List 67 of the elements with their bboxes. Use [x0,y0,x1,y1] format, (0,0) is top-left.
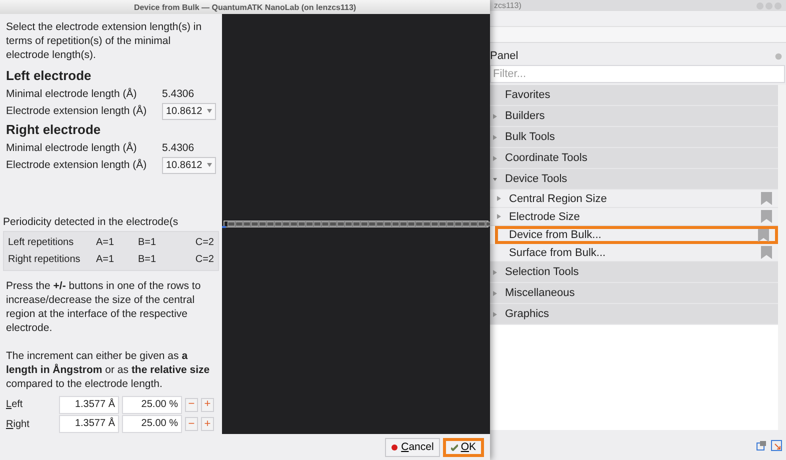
row-label: Right [6,418,30,430]
window-title: Device from Bulk — QuantumATK NanoLab (on lenzcs113) [134,2,356,12]
tree-item[interactable]: Electrode Size [490,208,778,226]
extension-dropdown[interactable]: 10.8612 [162,156,216,174]
panel-title: Panel [490,50,518,62]
tree-item[interactable]: Bulk Tools [490,127,778,148]
field-label: Electrode extension length (Å) [6,105,148,118]
tree-item[interactable]: Central Region Size [490,190,778,208]
tree-item[interactable]: Coordinate Tools [490,148,778,169]
field-label: Minimal electrode length (Å) [6,88,138,100]
collapsed-arrow-icon [493,290,497,296]
collapsed-arrow-icon [493,114,497,118]
ok-button[interactable]: OK [442,438,484,456]
window-controls-icon[interactable] [756,2,782,10]
tree-item[interactable]: Builders [490,106,778,127]
repetition-value: B=1 [138,254,158,265]
cancel-icon [391,444,398,450]
tree-item[interactable]: Selection Tools [490,262,778,283]
tree-item[interactable]: Surface from Bulk... [490,244,778,262]
field-label: Electrode extension length (Å) [6,159,148,172]
bookmark-icon[interactable] [761,210,772,223]
repetition-value: A=1 [96,254,116,265]
repetition-value: B=1 [138,236,158,248]
undock-icon[interactable] [756,440,767,450]
cancel-button[interactable]: Cancel [385,438,440,456]
window-title: zcs113) [494,1,522,10]
row-label: Left [6,399,24,410]
row-label: Left repetitions [8,236,75,248]
collapsed-arrow-icon [497,214,501,219]
bookmark-icon[interactable] [761,246,772,259]
field-value: 5.4306 [162,142,196,154]
section-label: Periodicity detected in the electrode(s [3,216,180,228]
tree-item[interactable]: Device Tools [490,169,778,190]
expanded-arrow-icon [493,176,497,182]
collapsed-arrow-icon [493,270,497,274]
help-text: Press the +/- buttons in one of the rows to increase/decrease the size of the central region at the interface of the respective electrode. [6,278,202,335]
filter-field[interactable]: Filter... [490,65,785,83]
bookmark-icon[interactable] [758,228,769,242]
tree-item[interactable]: Device from Bulk... [495,226,778,244]
field-value: 5.4306 [162,88,196,100]
percent-field[interactable]: 25.00 % [122,396,182,414]
row-label: Right repetitions [8,254,82,265]
instruction-text: Select the electrode extension length(s) in terms of repetition(s) of the minimal electrode length(s). [6,20,203,62]
collapsed-arrow-icon [493,156,497,160]
length-field[interactable]: 1.3577 Å [59,396,119,414]
extension-dropdown[interactable]: 10.8612 [162,102,216,120]
help-text: The increment can either be given as a length in Ångstrom or as the relative size compared to the electrode length. [6,348,211,391]
tree-item[interactable]: Miscellaneous [490,283,778,304]
check-icon [450,444,458,450]
bookmark-icon[interactable] [761,192,772,205]
caret-icon [207,163,212,168]
repetition-value: A=1 [96,236,116,248]
repetition-value: C=2 [194,254,214,265]
section-heading: Right electrode [6,122,102,137]
tree-item[interactable]: Favorites [490,85,778,106]
resize-icon[interactable] [771,440,782,450]
collapsed-arrow-icon [493,312,497,316]
close-icon[interactable] [775,52,782,60]
section-heading: Left electrode [6,68,92,83]
collapsed-arrow-icon [497,196,501,201]
length-field[interactable]: 1.3577 Å [59,415,119,434]
tree-item[interactable]: Graphics [490,304,778,325]
caret-icon [207,109,212,114]
field-label: Minimal electrode length (Å) [6,142,138,154]
percent-field[interactable]: 25.00 % [122,415,182,434]
repetition-value: C=2 [194,236,214,248]
collapsed-arrow-icon [493,134,497,140]
